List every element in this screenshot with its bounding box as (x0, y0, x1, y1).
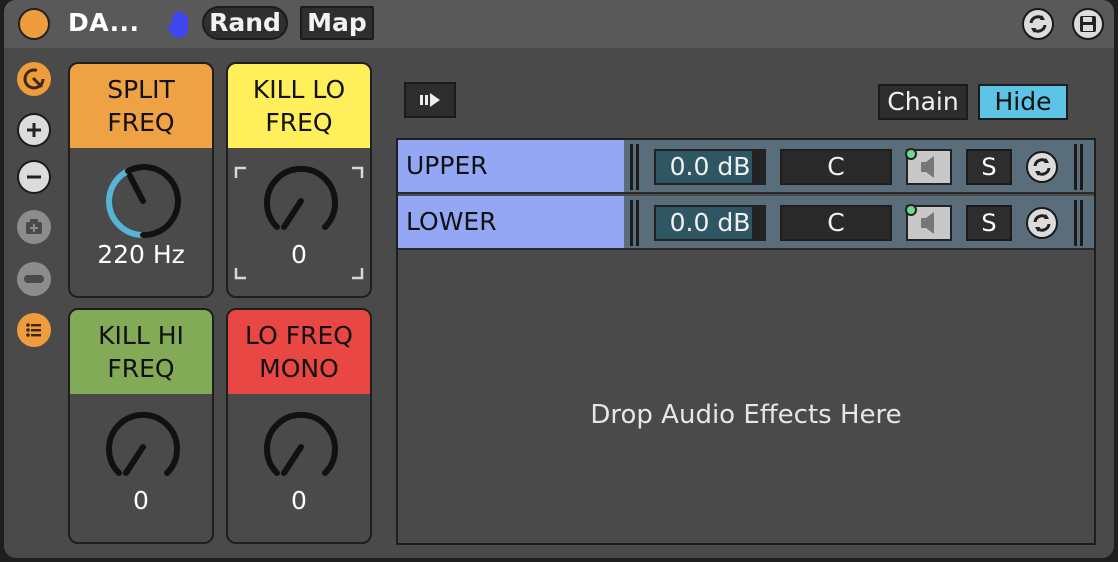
chain-activator-button[interactable] (905, 204, 952, 241)
active-indicator-dot (905, 148, 917, 160)
chain-volume[interactable]: 0.0 dB (654, 149, 766, 185)
chain-hot-swap-button[interactable] (1026, 151, 1058, 183)
chain-input-meter (630, 144, 642, 190)
rack-title-bar: DA... Rand Map (4, 0, 1114, 48)
macro-knob[interactable] (256, 164, 346, 244)
chain-output-meter (1074, 144, 1086, 190)
chain-input-meter (630, 200, 642, 246)
macro-knob-icon (23, 68, 45, 90)
hand-icon[interactable] (164, 8, 196, 40)
volume-value: 0.0 dB (669, 208, 751, 237)
chain-volume[interactable]: 0.0 dB (654, 205, 766, 241)
chain-activator-button[interactable] (905, 148, 952, 185)
macro-value: 0 (133, 486, 149, 515)
macro-lo-freq-mono[interactable]: LO FREQ MONO 0 (226, 308, 372, 544)
chain-list-icon (26, 323, 41, 337)
show-macros-button[interactable] (17, 62, 51, 96)
save-preset-button[interactable] (1072, 8, 1104, 40)
chain-view-button[interactable]: Chain (878, 84, 968, 120)
plus-icon (27, 123, 41, 137)
audio-effect-rack: DA... Rand Map SPLIT FREQ 220 Hz KILL LO… (4, 0, 1114, 558)
chain-row[interactable]: LOWER 0.0 dB C S (398, 196, 1094, 250)
chain-row[interactable]: UPPER 0.0 dB C S (398, 140, 1094, 194)
chain-name[interactable]: LOWER (398, 196, 624, 248)
chain-pan[interactable]: C (780, 149, 892, 185)
variations-button[interactable] (17, 262, 51, 296)
macro-knob[interactable] (98, 164, 188, 244)
macro-label: KILL LO FREQ (228, 64, 370, 148)
hide-button[interactable]: Hide (978, 84, 1068, 120)
volume-value: 0.0 dB (669, 152, 751, 181)
macro-label: LO FREQ MONO (228, 310, 370, 394)
remove-macro-button[interactable] (17, 160, 51, 194)
macro-knob[interactable] (256, 410, 346, 490)
map-button[interactable]: Map (300, 6, 374, 40)
device-power-button[interactable] (18, 8, 50, 40)
auto-select-button[interactable] (404, 82, 456, 118)
chain-output-meter (1074, 200, 1086, 246)
active-indicator-dot (905, 204, 917, 216)
chain-hot-swap-button[interactable] (1026, 207, 1058, 239)
device-title[interactable]: DA... (68, 8, 140, 37)
auto-select-icon (420, 93, 440, 107)
variations-icon (24, 275, 44, 283)
macro-label: SPLIT FREQ (70, 64, 212, 148)
drop-effects-hint: Drop Audio Effects Here (590, 400, 902, 430)
show-chains-button[interactable] (17, 313, 51, 347)
add-macro-button[interactable] (17, 113, 51, 147)
chain-list[interactable]: UPPER 0.0 dB C S LOWER 0.0 dB C S Drop A… (396, 138, 1096, 545)
minus-icon (27, 175, 41, 179)
macro-label: KILL HI FREQ (70, 310, 212, 394)
macro-kill-hi-freq[interactable]: KILL HI FREQ 0 (68, 308, 214, 544)
hot-swap-icon (1029, 15, 1047, 33)
chain-pan[interactable]: C (780, 205, 892, 241)
macro-value: 0 (291, 486, 307, 515)
hot-swap-icon (1033, 214, 1051, 232)
hot-swap-button[interactable] (1022, 8, 1054, 40)
chain-solo-button[interactable]: S (966, 205, 1012, 241)
chain-name[interactable]: UPPER (398, 140, 624, 192)
chain-solo-button[interactable]: S (966, 149, 1012, 185)
macro-kill-lo-freq[interactable]: KILL LO FREQ 0 (226, 62, 372, 298)
hot-swap-icon (1033, 158, 1051, 176)
save-icon (1080, 16, 1096, 32)
camera-plus-icon (26, 219, 42, 234)
macro-split-freq[interactable]: SPLIT FREQ 220 Hz (68, 62, 214, 298)
macro-value: 0 (291, 240, 307, 269)
macro-value: 220 Hz (97, 240, 185, 269)
snapshot-button[interactable] (17, 210, 51, 244)
rand-button[interactable]: Rand (202, 6, 288, 40)
macro-knob[interactable] (98, 410, 188, 490)
